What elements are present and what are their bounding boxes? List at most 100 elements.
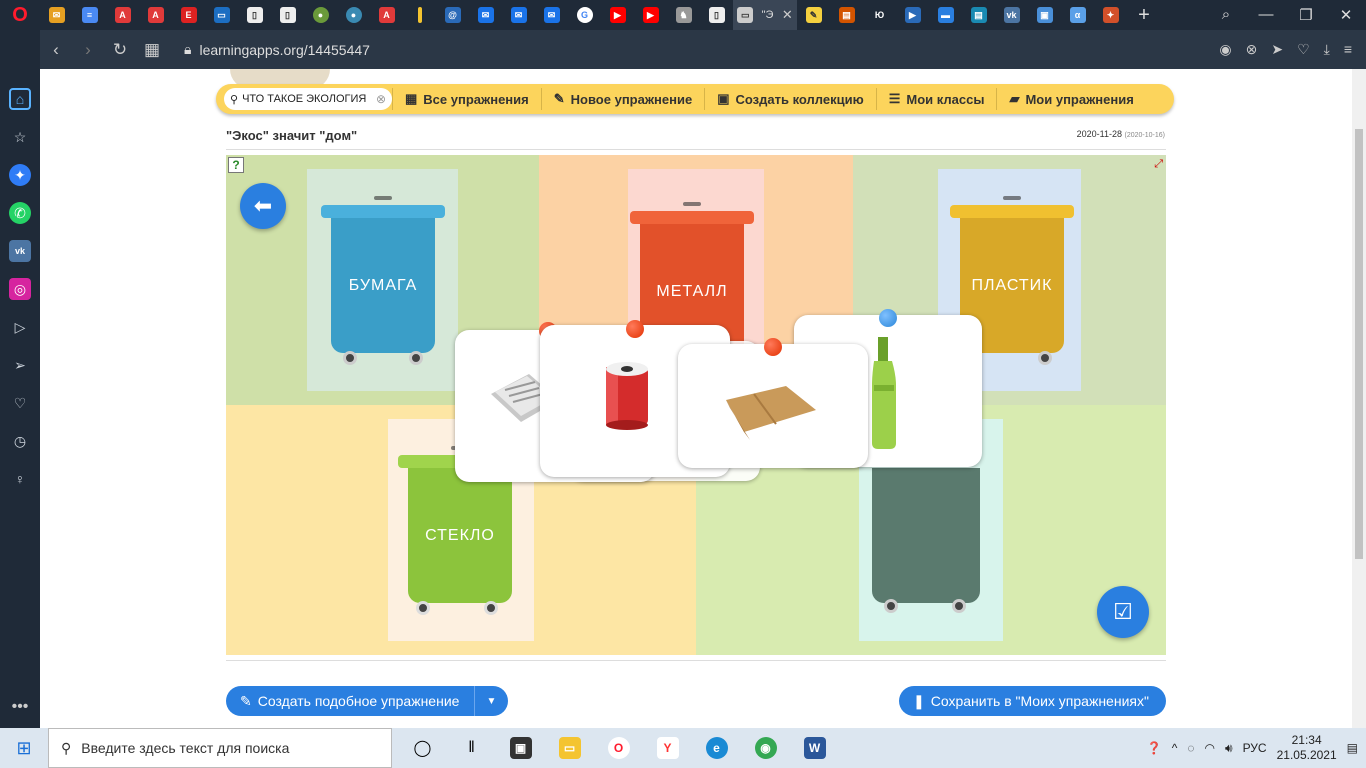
tab-mail-3[interactable]: ✉ bbox=[502, 0, 535, 30]
page-scrollbar[interactable] bbox=[1352, 69, 1366, 728]
my-exercises-link[interactable]: ▰ Мои упражнения bbox=[996, 88, 1145, 110]
send-icon[interactable]: ➢ bbox=[9, 354, 31, 376]
minimize-icon[interactable]: — bbox=[1246, 6, 1286, 24]
notification-icon[interactable]: ▤ bbox=[1347, 741, 1358, 755]
taskbar-search[interactable]: ⚲ Введите здесь текст для поиска bbox=[48, 728, 392, 768]
tab-monitor[interactable]: ▭ bbox=[205, 0, 238, 30]
tab-docs[interactable]: ≡ bbox=[73, 0, 106, 30]
help-tray-icon[interactable]: ❓ bbox=[1147, 741, 1162, 755]
star-icon[interactable]: ☆ bbox=[9, 126, 31, 148]
opera-menu-icon[interactable]: O bbox=[0, 0, 40, 30]
windows-start-icon[interactable]: ⊞ bbox=[0, 738, 48, 759]
back-arrow-button[interactable]: ⬅ bbox=[240, 183, 286, 229]
word-icon[interactable]: W bbox=[790, 728, 839, 768]
search-input[interactable]: ⚲ что такое экология ⊗ bbox=[224, 88, 392, 110]
edge-icon[interactable]: e bbox=[692, 728, 741, 768]
vk-icon[interactable]: vk bbox=[9, 240, 31, 262]
tab-globe-2[interactable]: ● bbox=[337, 0, 370, 30]
chevron-up-icon[interactable]: ^ bbox=[1172, 741, 1178, 755]
whatsapp-icon[interactable]: ✆ bbox=[9, 202, 31, 224]
new-tab-button[interactable]: + bbox=[1127, 4, 1161, 27]
tab-search-icon[interactable]: ⌕ bbox=[1206, 6, 1246, 24]
tab-gift[interactable]: ✦ bbox=[1094, 0, 1127, 30]
menu-icon[interactable]: ≡ bbox=[1344, 41, 1352, 58]
home-icon[interactable]: ⌂ bbox=[9, 88, 31, 110]
tab-note[interactable]: ✎ bbox=[797, 0, 830, 30]
save-to-my-exercises-button[interactable]: ❚ Сохранить в "Моих упражнениях" bbox=[899, 686, 1166, 716]
tab-media[interactable]: ▶ bbox=[896, 0, 929, 30]
url-field[interactable]: 🔒︎ learningapps.org/14455447 bbox=[184, 41, 370, 58]
volume-icon[interactable]: 🔊︎ bbox=[1225, 741, 1233, 756]
lightbulb-icon[interactable]: ♀ bbox=[9, 468, 31, 490]
close-tab-icon[interactable]: ✕ bbox=[782, 7, 793, 23]
tab-animal[interactable]: ♞ bbox=[667, 0, 700, 30]
back-icon[interactable]: ‹ bbox=[40, 40, 72, 60]
chevron-down-icon[interactable]: ▼ bbox=[474, 686, 508, 716]
more-icon[interactable]: ••• bbox=[12, 698, 29, 716]
tab-file-2[interactable]: ▯ bbox=[271, 0, 304, 30]
bin-paper[interactable]: БУМАГА bbox=[321, 191, 445, 371]
tab-mail[interactable]: ✉ bbox=[40, 0, 73, 30]
network-icon[interactable]: ◌ bbox=[1187, 741, 1194, 755]
yandex-icon[interactable]: Y bbox=[643, 728, 692, 768]
tab-chat[interactable]: ▬ bbox=[929, 0, 962, 30]
bin-mixed[interactable] bbox=[868, 441, 992, 621]
language-indicator[interactable]: РУС bbox=[1243, 741, 1267, 755]
check-answers-button[interactable]: ☑ bbox=[1097, 586, 1149, 638]
tab-globe-1[interactable]: ● bbox=[304, 0, 337, 30]
chrome-icon[interactable]: ◉ bbox=[741, 728, 790, 768]
instagram-icon[interactable]: ◎ bbox=[9, 278, 31, 300]
download-icon[interactable]: ⤓ bbox=[1324, 41, 1330, 58]
scrollbar-thumb[interactable] bbox=[1355, 129, 1363, 559]
restore-icon[interactable]: ❐ bbox=[1286, 6, 1326, 24]
tab-file-1[interactable]: ▯ bbox=[238, 0, 271, 30]
clear-search-icon[interactable]: ⊗ bbox=[376, 92, 386, 106]
reload-icon[interactable]: ↻ bbox=[104, 40, 136, 60]
forward-icon[interactable]: › bbox=[72, 40, 104, 60]
task-view-icon[interactable]: ◯ bbox=[398, 728, 447, 768]
card-cardboard[interactable] bbox=[678, 344, 868, 468]
wifi-icon[interactable]: ◠ bbox=[1205, 741, 1215, 755]
heart-icon[interactable]: ♡ bbox=[1297, 41, 1310, 58]
window-close-icon[interactable]: ✕ bbox=[1326, 6, 1366, 24]
tab-pdf-2[interactable]: A bbox=[139, 0, 172, 30]
clock[interactable]: 21:34 21.05.2021 bbox=[1277, 733, 1337, 763]
tab-vk[interactable]: vk bbox=[995, 0, 1028, 30]
create-collection-link[interactable]: ▣ Создать коллекцию bbox=[704, 88, 876, 110]
messenger-icon[interactable]: ✦ bbox=[9, 164, 31, 186]
tab-book[interactable]: ▤ bbox=[830, 0, 863, 30]
block-icon[interactable]: ⊗ bbox=[1246, 41, 1258, 58]
tab-pdf-1[interactable]: A bbox=[106, 0, 139, 30]
fullscreen-icon[interactable]: ⤢ bbox=[1154, 158, 1163, 171]
speed-dial-icon[interactable]: ▦ bbox=[136, 40, 168, 60]
tab-active[interactable]: ▭ "Э ✕ bbox=[733, 0, 797, 30]
all-exercises-link[interactable]: ▦ Все упражнения bbox=[392, 88, 541, 110]
tab-mail-2[interactable]: ✉ bbox=[469, 0, 502, 30]
tab-lj[interactable]: Ю bbox=[863, 0, 896, 30]
opera-taskbar-icon[interactable]: O bbox=[594, 728, 643, 768]
tab-pdf-3[interactable]: A bbox=[370, 0, 403, 30]
tab-alpha[interactable]: α bbox=[1061, 0, 1094, 30]
tab-file-3[interactable]: ▯ bbox=[700, 0, 733, 30]
tab-image[interactable]: ▣ bbox=[1028, 0, 1061, 30]
heart-icon[interactable]: ♡ bbox=[9, 392, 31, 414]
tab-book-2[interactable]: ▤ bbox=[962, 0, 995, 30]
store-icon[interactable]: ▣ bbox=[496, 728, 545, 768]
player-icon[interactable]: ▷ bbox=[9, 316, 31, 338]
my-classes-link[interactable]: ☰ Мои классы bbox=[875, 88, 997, 110]
tab-eduneo[interactable]: E bbox=[172, 0, 205, 30]
camera-icon[interactable]: ◉ bbox=[1219, 41, 1231, 58]
history-icon[interactable]: ◷ bbox=[9, 430, 31, 452]
new-exercise-link[interactable]: ✎ Новое упражнение bbox=[540, 88, 704, 110]
divider-icon[interactable]: ‖ bbox=[447, 728, 496, 768]
tab-mail-4[interactable]: ✉ bbox=[535, 0, 568, 30]
tab-at[interactable]: @ bbox=[436, 0, 469, 30]
tab-google[interactable]: G bbox=[568, 0, 601, 30]
help-icon[interactable]: ? bbox=[228, 157, 244, 173]
send-icon[interactable]: ➤ bbox=[1271, 41, 1283, 58]
tab-yellow[interactable] bbox=[403, 0, 436, 30]
file-explorer-icon[interactable]: ▭ bbox=[545, 728, 594, 768]
tab-youtube-1[interactable]: ▶ bbox=[601, 0, 634, 30]
create-similar-button[interactable]: ✎ Создать подобное упражнение ▼ bbox=[226, 686, 508, 716]
tab-youtube-2[interactable]: ▶ bbox=[634, 0, 667, 30]
